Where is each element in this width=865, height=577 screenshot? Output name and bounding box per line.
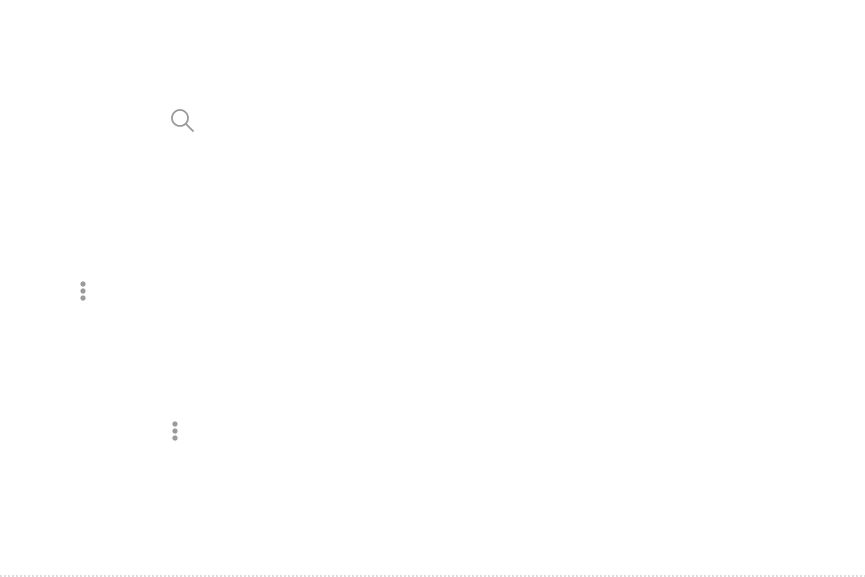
blank-screen — [0, 0, 865, 577]
more-vertical-icon — [80, 281, 86, 301]
search-icon — [171, 109, 194, 132]
more-options-button-secondary[interactable] — [169, 420, 181, 442]
more-options-button[interactable] — [77, 280, 89, 302]
search-button[interactable] — [168, 106, 196, 134]
more-vertical-icon — [172, 421, 178, 441]
